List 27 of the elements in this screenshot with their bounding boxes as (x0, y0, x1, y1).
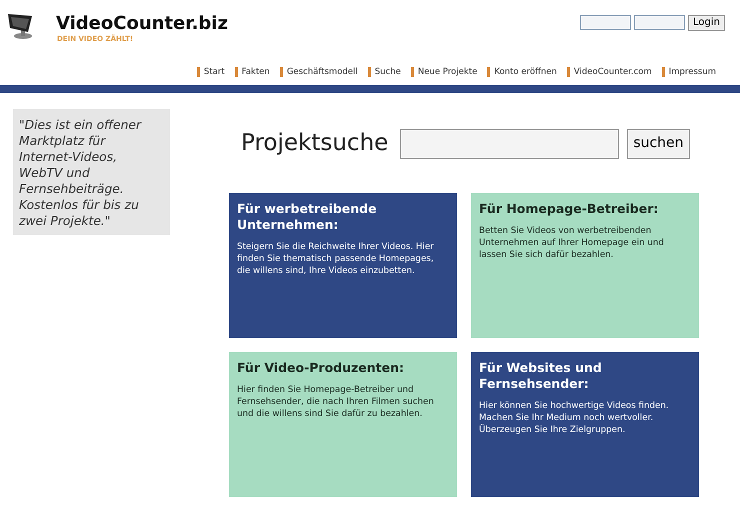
nav-link[interactable]: Neue Projekte (410, 67, 478, 77)
tile-text: Hier können Sie hochwertige Videos finden. Machen Sie Ihr Medium noch wertvoller. Überzeugen Sie Ihre Zielgruppen. (479, 400, 670, 436)
info-tile[interactable]: Für Websites und Fernsehsender: Hier können Sie hochwertige Videos finden. Machen Sie Ihr Medium noch wertvoller. Überzeugen Sie Ihre Zielgruppen. (471, 352, 699, 497)
info-tile[interactable]: Für Homepage-Betreiber: Betten Sie Videos von werbetreibenden Unternehmen auf Ihrer Homepage ein und lassen Sie sich dafür bezahlen. (471, 193, 699, 338)
search-field[interactable] (400, 128, 620, 158)
nav-link[interactable]: Fakten (234, 67, 270, 77)
quote-text: "Dies ist ein offener Marktplatz für Internet-Videos, WebTV und Fernsehbeiträge. Kostenlos für bis zu zwei Projekte." (13, 109, 170, 235)
tile-text: Betten Sie Videos von werbetreibenden Unternehmen auf Ihrer Homepage ein und lassen Sie sich dafür bezahlen. (479, 225, 665, 261)
tile-title: Für werbetreibende Unternehmen: (237, 201, 378, 233)
nav-link[interactable]: Geschäftsmodell (280, 67, 358, 77)
login-button[interactable]: Login (688, 15, 725, 31)
tile-text: Steigern Sie die Reichweite Ihrer Videos. Hier finden Sie thematisch passende Homepages, die willens sind, Ihre Videos einzubetten. (237, 241, 435, 277)
nav-link[interactable]: Konto eröffnen (487, 67, 557, 77)
tile-title: Für Homepage-Betreiber: (479, 201, 660, 217)
tile-title: Für Video-Produzenten: (237, 360, 406, 376)
info-tile[interactable]: Für werbetreibende Unternehmen: Steigern Sie die Reichweite Ihrer Videos. Hier finden Sie thematisch passende Homepages, die willens sind, Ihre Videos einzubetten. (229, 193, 457, 338)
tile-title: Für Websites und Fernsehsender: (479, 360, 603, 392)
search-button[interactable]: suchen (627, 128, 690, 158)
nav-link[interactable]: VideoCounter.com (566, 67, 652, 77)
nav-link[interactable]: Suche (368, 67, 401, 77)
nav-link[interactable]: Start (196, 67, 225, 77)
search-title: Projektsuche (241, 129, 388, 158)
password-field[interactable] (634, 15, 686, 30)
tile-text: Hier finden Sie Homepage-Betreiber und Fernsehsender, die nach Ihren Filmen suchen und die willens sind Sie dafür zu bezahlen. (237, 384, 435, 420)
username-field[interactable] (580, 15, 632, 30)
nav-link[interactable]: Impressum (662, 67, 716, 77)
info-tile[interactable]: Für Video-Produzenten: Hier finden Sie Homepage-Betreiber und Fernsehsender, die nach Ihren Filmen suchen und die willens sind Sie dafür zu bezahlen. (229, 352, 457, 497)
